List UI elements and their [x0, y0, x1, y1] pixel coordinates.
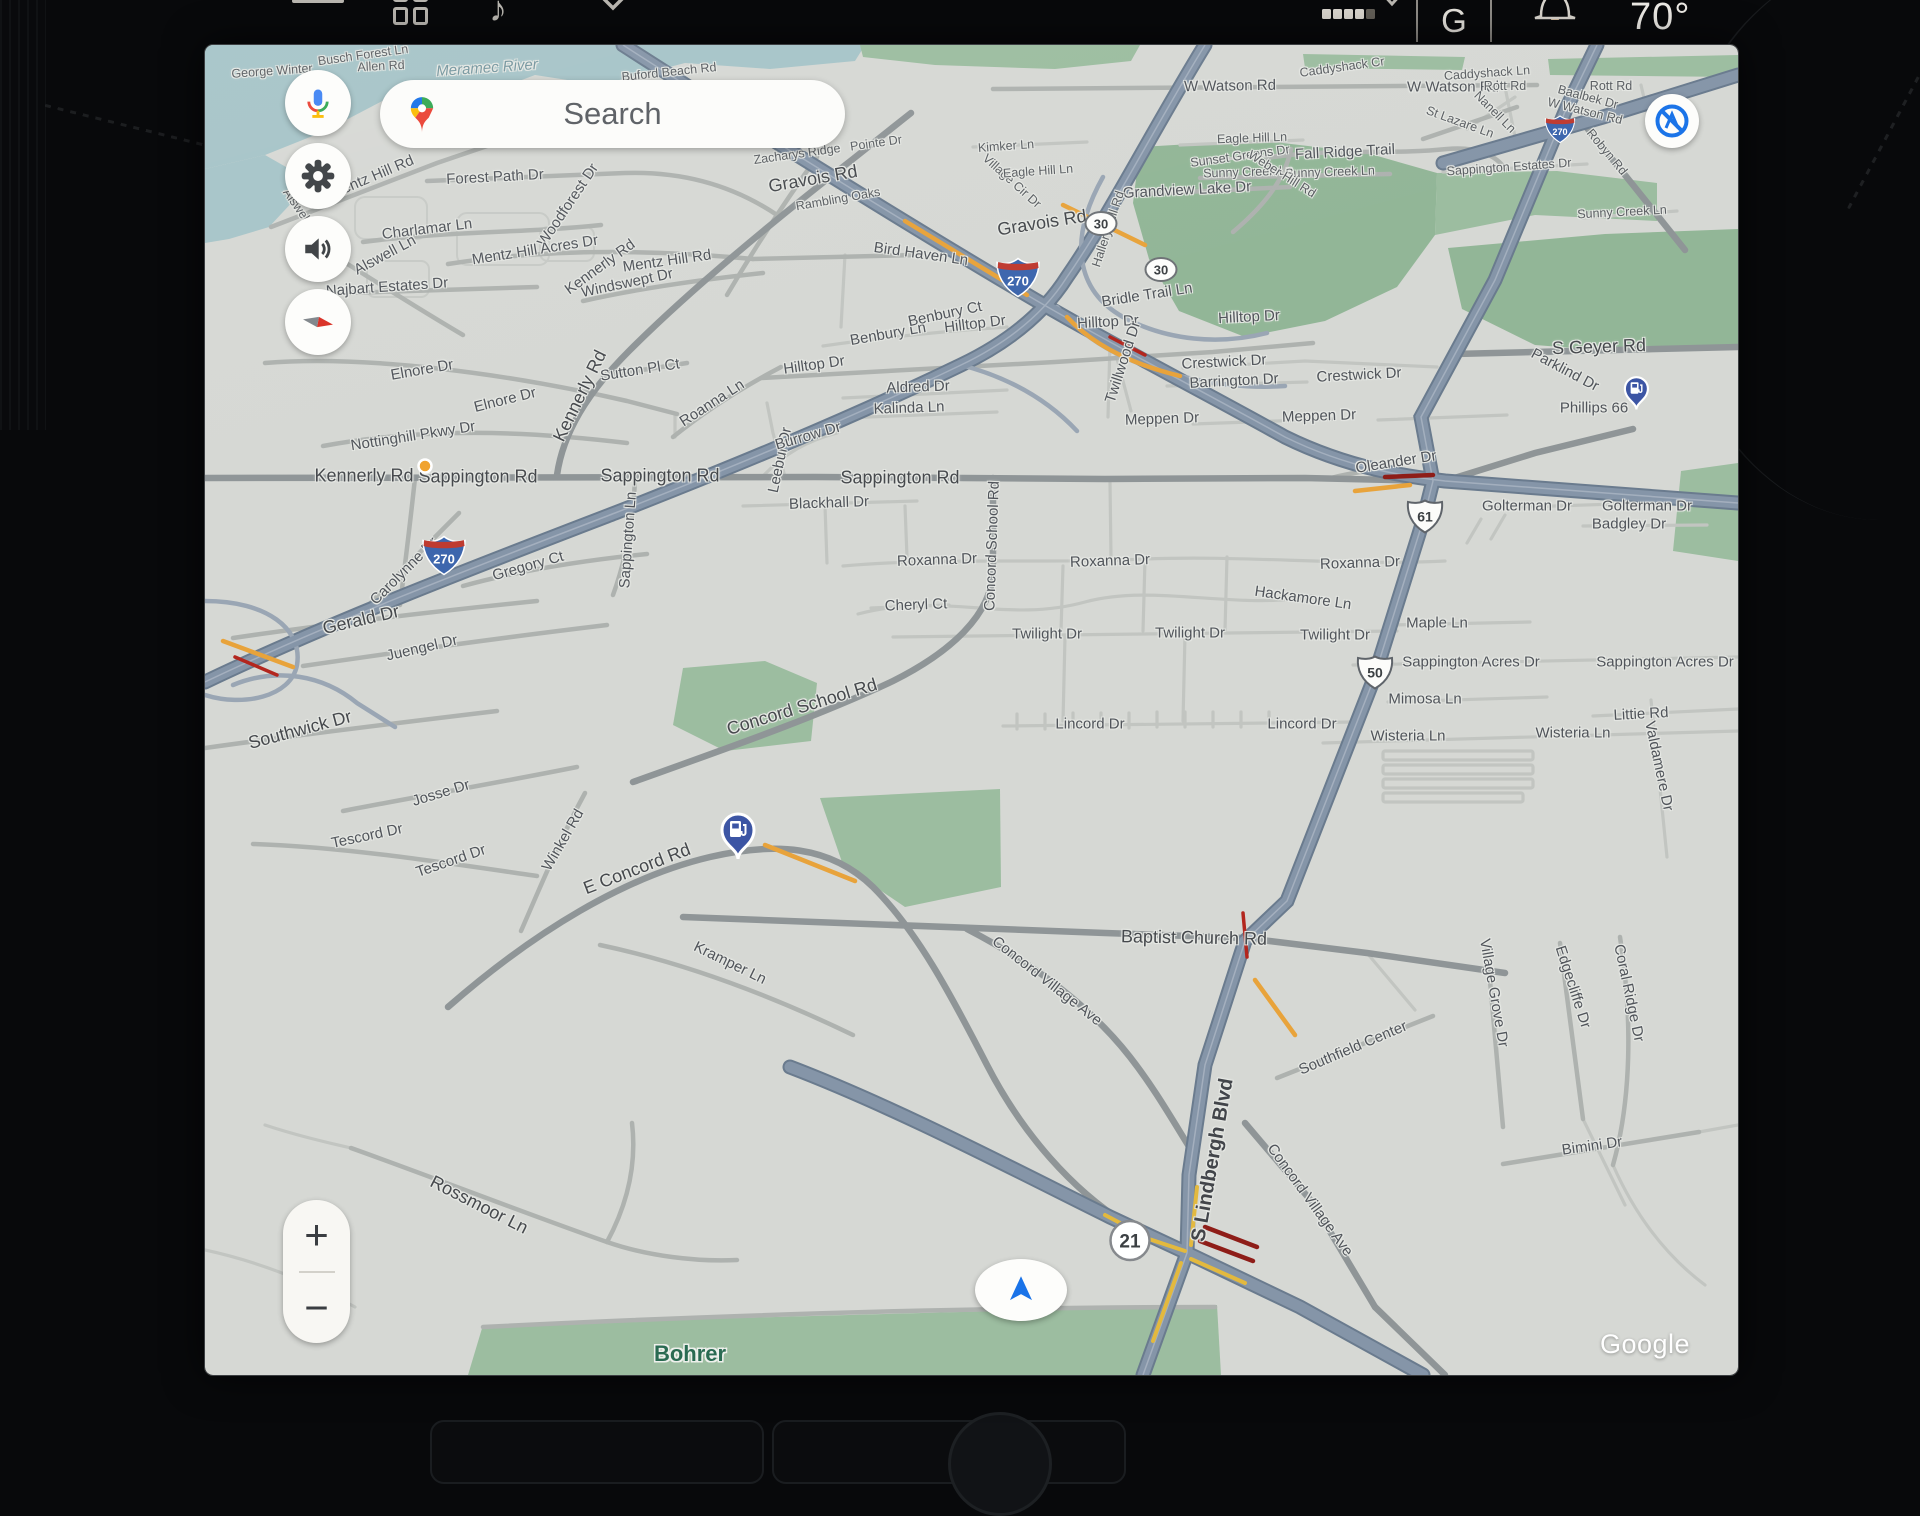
app-grid-icon[interactable] — [393, 0, 428, 25]
status-bar: ♪ G 70° — [0, 0, 1920, 42]
voice-search-button[interactable] — [285, 70, 351, 136]
incident-dot[interactable] — [416, 457, 434, 480]
compass-needle-icon — [299, 303, 337, 341]
maps-screen: George WinterBusch Forest LnAllen RdMera… — [205, 45, 1738, 1375]
assistant-g-label: G — [1441, 2, 1467, 40]
navigation-arrow-icon — [999, 1268, 1043, 1312]
avoid-highways-button[interactable] — [1645, 94, 1699, 148]
search-bar[interactable]: Search — [380, 80, 845, 148]
zoom-out-button[interactable]: − — [283, 1273, 350, 1344]
search-placeholder: Search — [380, 96, 845, 132]
chevron-down-icon[interactable] — [1379, 0, 1405, 13]
settings-button[interactable] — [285, 143, 351, 209]
phillips-66-pin[interactable] — [1622, 375, 1651, 416]
google-assistant-button[interactable]: G — [1416, 0, 1492, 42]
music-note-icon[interactable]: ♪ — [489, 0, 507, 30]
no-highways-icon — [1652, 101, 1692, 141]
zoom-control: + − — [283, 1200, 350, 1343]
signal-strength-icon — [1322, 6, 1377, 24]
speaker-icon — [301, 232, 335, 266]
compass-button[interactable] — [285, 289, 351, 355]
volume-button[interactable] — [285, 216, 351, 282]
temperature: 70° — [1630, 0, 1690, 39]
google-mic-icon — [301, 86, 335, 120]
ev-charging-pin[interactable] — [718, 811, 758, 866]
recenter-button[interactable] — [975, 1259, 1067, 1321]
climate-control-button[interactable] — [430, 1420, 764, 1484]
map-canvas[interactable] — [205, 45, 1738, 1375]
zoom-in-button[interactable]: + — [283, 1200, 350, 1271]
menu-icon[interactable] — [292, 0, 344, 3]
gear-icon — [300, 158, 336, 194]
dashboard-trim-left — [0, 0, 46, 430]
google-attribution: Google — [1600, 1329, 1690, 1360]
notifications-bell-icon[interactable] — [1531, 0, 1579, 25]
volume-knob[interactable] — [948, 1412, 1052, 1516]
chevron-down-icon[interactable] — [597, 0, 629, 17]
